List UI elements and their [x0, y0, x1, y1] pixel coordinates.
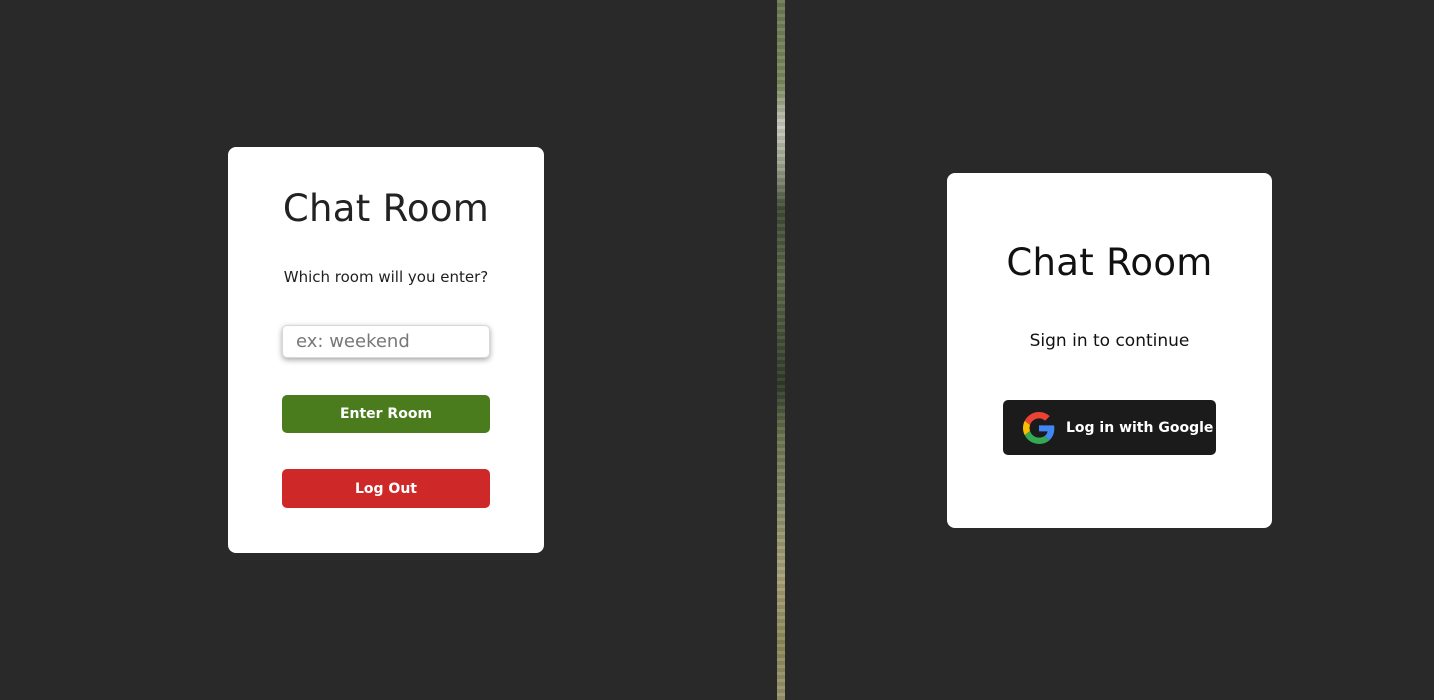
- login-panel: Chat Room Sign in to continue Log in wit…: [785, 0, 1434, 700]
- google-login-button[interactable]: Log in with Google: [1003, 400, 1216, 455]
- room-select-panel: Chat Room Which room will you enter? Ent…: [0, 0, 777, 700]
- room-prompt-text: Which room will you enter?: [283, 268, 489, 286]
- enter-room-button[interactable]: Enter Room: [282, 395, 490, 433]
- google-g-icon: [1023, 411, 1055, 444]
- background-image-strip: [777, 0, 785, 700]
- room-select-card: Chat Room Which room will you enter? Ent…: [228, 147, 544, 553]
- login-card-title: Chat Room: [1006, 241, 1213, 284]
- log-out-button[interactable]: Log Out: [282, 469, 490, 508]
- room-name-input[interactable]: [282, 325, 490, 358]
- room-card-title: Chat Room: [282, 187, 490, 230]
- sign-in-subtitle: Sign in to continue: [1029, 331, 1190, 351]
- login-card: Chat Room Sign in to continue Log in wit…: [947, 173, 1272, 528]
- google-login-label: Log in with Google: [1066, 419, 1214, 436]
